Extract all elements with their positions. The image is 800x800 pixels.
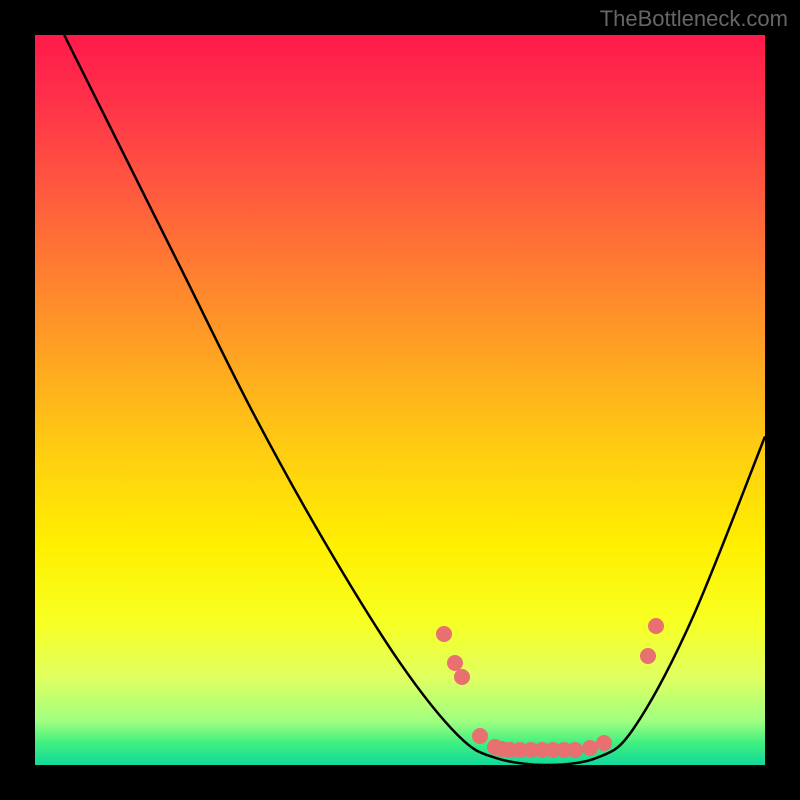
chart-plot-area — [35, 35, 765, 765]
highlight-dot — [472, 728, 488, 744]
highlight-dot — [582, 740, 598, 756]
highlight-dot — [436, 626, 452, 642]
watermark-text: TheBottleneck.com — [600, 6, 788, 32]
highlight-dot — [454, 669, 470, 685]
highlight-dot — [447, 655, 463, 671]
highlight-dot — [567, 742, 583, 758]
highlight-dot — [596, 735, 612, 751]
highlight-dot — [648, 618, 664, 634]
highlight-dot — [640, 648, 656, 664]
chart-dots-layer — [35, 35, 765, 765]
